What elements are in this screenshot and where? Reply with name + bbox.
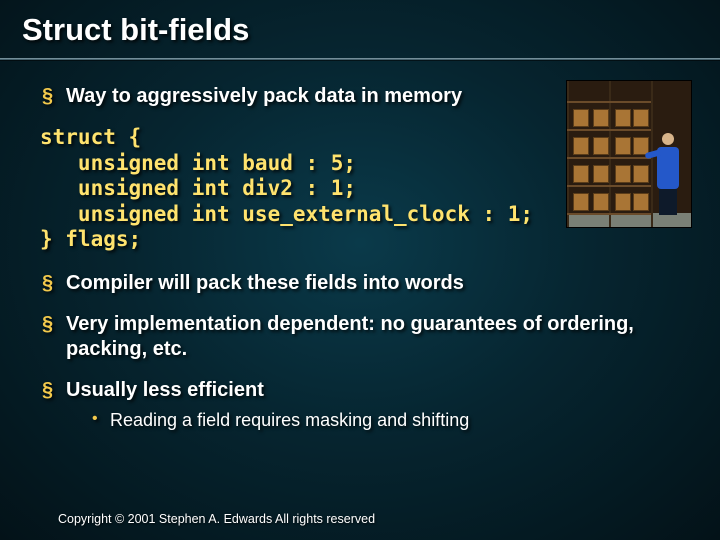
sub-bullet-list: Reading a field requires masking and shi… [66,409,698,432]
bullet-item: Very implementation dependent: no guaran… [42,312,698,362]
divider [0,58,720,60]
worker-icon [653,133,683,217]
bullet-item: Compiler will pack these fields into wor… [42,271,698,296]
bullet-list: Way to aggressively pack data in memory [22,84,698,109]
slide-title: Struct bit-fields [22,12,698,48]
bullet-list: Compiler will pack these fields into wor… [22,271,698,432]
slide: Struct bit-fields Way to aggressively pa… [0,0,720,540]
bullet-text: Usually less efficient [66,379,264,401]
copyright-text: Copyright © 2001 Stephen A. Edwards All … [58,512,375,526]
bullet-item: Way to aggressively pack data in memory [42,84,698,109]
bullet-item: Usually less efficient Reading a field r… [42,378,698,432]
sub-bullet-item: Reading a field requires masking and shi… [92,409,698,432]
